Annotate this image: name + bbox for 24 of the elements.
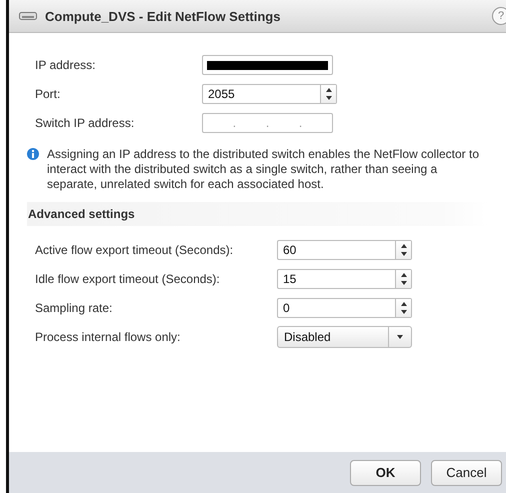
spinner-arrows-icon[interactable]	[395, 241, 411, 259]
number-field[interactable]: 0	[277, 298, 412, 318]
spinner-arrows-icon[interactable]	[320, 85, 336, 103]
ok-button[interactable]: OK	[350, 460, 421, 486]
window-title: Compute_DVS - Edit NetFlow Settings	[45, 8, 282, 24]
field-label: Process internal flows only:	[34, 330, 182, 344]
number-field[interactable]: 60	[277, 240, 412, 260]
switch-icon	[19, 11, 37, 21]
number-field[interactable]: 15	[277, 269, 412, 289]
field-label: Idle flow export timeout (Seconds):	[34, 272, 221, 286]
number-field[interactable]: 2055	[202, 84, 337, 104]
cancel-button[interactable]: Cancel	[431, 460, 502, 486]
ip-address-field[interactable]	[202, 55, 333, 75]
field-label: Switch IP address:	[34, 116, 136, 130]
field-label: Port:	[34, 87, 62, 101]
spinner-arrows-icon[interactable]	[395, 299, 411, 317]
field-label: Sampling rate:	[34, 301, 114, 315]
spinner-arrows-icon[interactable]	[395, 270, 411, 288]
caret-icon	[397, 335, 403, 339]
field-label: Active flow export timeout (Seconds):	[34, 243, 234, 257]
dropdown[interactable]: Disabled	[277, 326, 412, 348]
field-label: IP address:	[34, 58, 96, 72]
info-icon	[27, 148, 39, 160]
info-text: Assigning an IP address to the distributed switch enables the NetFlow collector to interact with the distributed switch as a single switch, rather than seeing a separate, unrelated switch for each associated host.	[47, 147, 480, 192]
